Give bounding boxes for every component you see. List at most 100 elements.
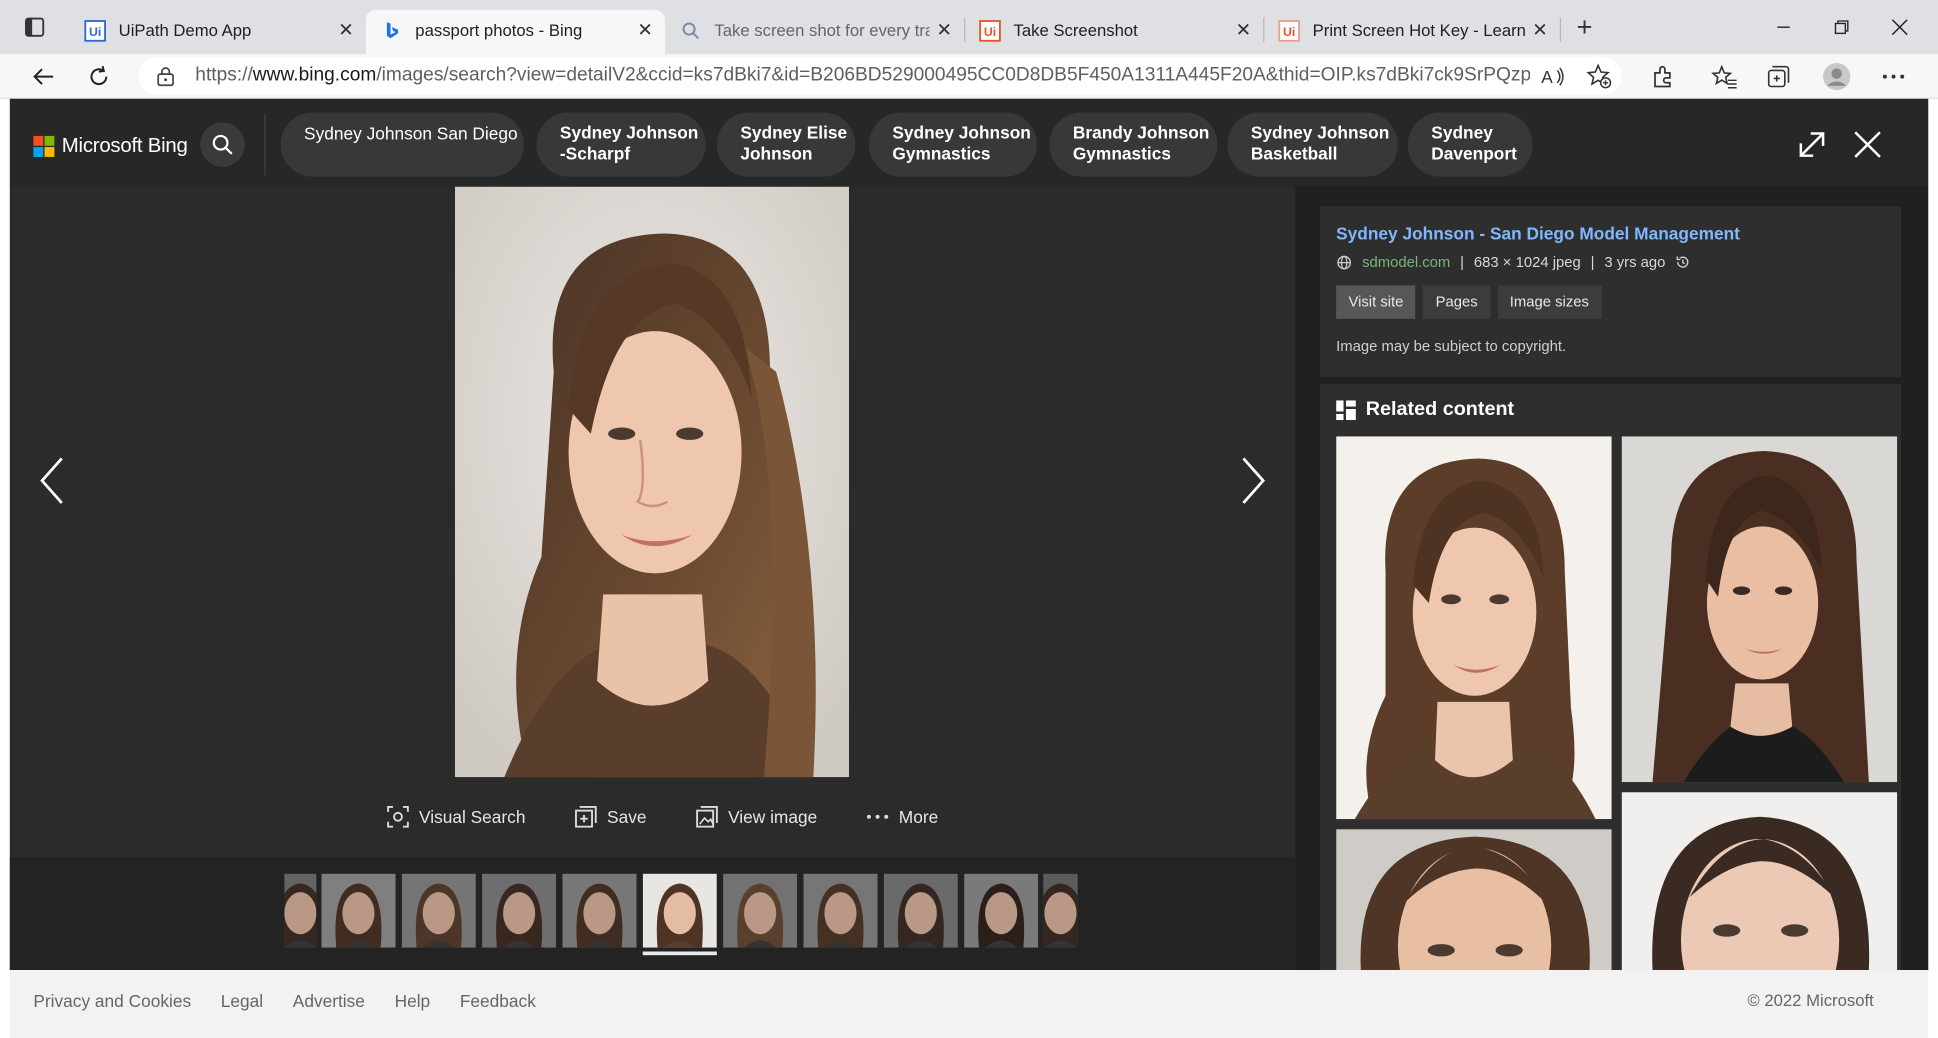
browser-toolbar: https://www.bing.com/images/search?view=… bbox=[0, 54, 1938, 99]
thumbnail-image[interactable] bbox=[562, 873, 637, 948]
visit-site-button[interactable]: Visit site bbox=[1336, 285, 1416, 319]
related-search-chip[interactable]: Sydney Johnson Basketball bbox=[1227, 112, 1398, 177]
profile-button[interactable] bbox=[1821, 61, 1853, 93]
tab-bar: Ui UiPath Demo App ✕ passport photos - B… bbox=[0, 0, 1938, 55]
legal-link[interactable]: Legal bbox=[221, 991, 263, 1011]
tab-label: Take Screenshot bbox=[1013, 21, 1138, 40]
close-tab-icon[interactable]: ✕ bbox=[1231, 17, 1256, 42]
thumbnail-image[interactable] bbox=[723, 873, 798, 948]
tab-actions-icon[interactable] bbox=[22, 15, 47, 40]
chip-label: Johnson bbox=[740, 143, 813, 164]
bing-logo[interactable]: Microsoft Bing bbox=[33, 134, 188, 158]
grid-icon bbox=[1336, 400, 1356, 421]
favorites-button[interactable] bbox=[1708, 61, 1740, 93]
thumbnail-image[interactable] bbox=[284, 873, 317, 948]
close-tab-icon[interactable]: ✕ bbox=[334, 17, 359, 42]
avatar-icon bbox=[1823, 63, 1851, 91]
thumbnail-image[interactable] bbox=[964, 873, 1039, 948]
page-footer: Privacy and Cookies Legal Advertise Help… bbox=[9, 970, 1929, 1038]
new-tab-button[interactable]: + bbox=[1570, 12, 1600, 42]
add-favorite-button[interactable] bbox=[1583, 61, 1615, 93]
uipath-orange-icon: Ui bbox=[1278, 20, 1300, 42]
related-image[interactable] bbox=[1336, 829, 1612, 971]
visual-search-button[interactable]: Visual Search bbox=[387, 805, 526, 828]
related-search-chip[interactable]: Sydney Johnson -Scharpf bbox=[536, 112, 706, 177]
tab-uipath-demo[interactable]: Ui UiPath Demo App ✕ bbox=[69, 10, 366, 54]
chip-label: Sydney Johnson bbox=[559, 122, 699, 143]
thumbnail-strip bbox=[9, 857, 1296, 971]
view-image-button[interactable]: View image bbox=[696, 805, 818, 828]
chip-label: -Scharpf bbox=[559, 143, 631, 164]
advertise-link[interactable]: Advertise bbox=[293, 991, 365, 1011]
visual-search-label: Visual Search bbox=[419, 806, 526, 827]
close-window-button[interactable] bbox=[1881, 12, 1918, 42]
address-bar[interactable]: https://www.bing.com/images/search?view=… bbox=[138, 56, 1622, 96]
thumbnail-image[interactable] bbox=[321, 873, 396, 948]
minimize-button[interactable] bbox=[1765, 12, 1802, 42]
related-search-chip[interactable]: Sydney Elise Johnson bbox=[716, 112, 856, 177]
back-button[interactable] bbox=[27, 61, 59, 93]
thumbnail-image[interactable] bbox=[401, 873, 476, 948]
related-search-chip[interactable]: Sydney Johnson Gymnastics bbox=[868, 112, 1038, 177]
thumbnail-image[interactable] bbox=[482, 873, 557, 948]
more-label: More bbox=[898, 806, 939, 827]
source-domain[interactable]: sdmodel.com bbox=[1362, 253, 1450, 270]
meta-separator: | bbox=[1460, 253, 1465, 271]
extensions-button[interactable] bbox=[1648, 61, 1680, 93]
privacy-link[interactable]: Privacy and Cookies bbox=[33, 991, 191, 1011]
previous-image-icon[interactable] bbox=[35, 456, 72, 505]
related-content-header: Related content bbox=[1336, 399, 1514, 421]
close-tab-icon[interactable]: ✕ bbox=[633, 17, 658, 42]
image-sizes-button[interactable]: Image sizes bbox=[1497, 285, 1602, 319]
tab-label: passport photos - Bing bbox=[415, 21, 583, 40]
search-button[interactable] bbox=[200, 122, 245, 167]
related-image[interactable] bbox=[1336, 436, 1612, 820]
save-button[interactable]: Save bbox=[575, 805, 647, 828]
view-image-label: View image bbox=[728, 806, 818, 827]
help-link[interactable]: Help bbox=[395, 991, 431, 1011]
thumbnail-image[interactable] bbox=[803, 873, 878, 948]
related-search-chip[interactable]: Sydney Johnson San Diego bbox=[280, 112, 525, 177]
feedback-link[interactable]: Feedback bbox=[460, 991, 536, 1011]
svg-text:A: A bbox=[1541, 67, 1553, 87]
globe-icon bbox=[1337, 255, 1352, 269]
thumbnail-image[interactable] bbox=[642, 873, 717, 948]
settings-more-button[interactable] bbox=[1877, 61, 1909, 93]
tab-take-screenshot[interactable]: Ui Take Screenshot ✕ bbox=[964, 10, 1263, 54]
image-info-card: Sydney Johnson - San Diego Model Managem… bbox=[1320, 206, 1901, 377]
image-source-title[interactable]: Sydney Johnson - San Diego Model Managem… bbox=[1336, 224, 1740, 244]
tab-print-screen-hotkey[interactable]: Ui Print Screen Hot Key - Learn / Ac ✕ bbox=[1263, 10, 1560, 54]
uipath-orange-icon: Ui bbox=[979, 20, 1001, 42]
close-icon[interactable] bbox=[1849, 126, 1886, 163]
close-tab-icon[interactable]: ✕ bbox=[1528, 17, 1553, 42]
related-search-chip[interactable]: Brandy Johnson Gymnastics bbox=[1049, 112, 1218, 177]
main-portrait-image[interactable] bbox=[454, 186, 850, 778]
tab-take-screenshot-search[interactable]: Take screen shot for every transa ✕ bbox=[665, 10, 964, 54]
tab-bing-passport[interactable]: passport photos - Bing ✕ bbox=[365, 9, 665, 55]
thumbnail-image[interactable] bbox=[883, 873, 958, 948]
refresh-button[interactable] bbox=[83, 61, 115, 93]
url-scheme: https:// bbox=[195, 64, 253, 86]
restore-button[interactable] bbox=[1823, 12, 1860, 42]
next-image-icon[interactable] bbox=[1234, 456, 1271, 505]
details-panel: Sydney Johnson - San Diego Model Managem… bbox=[1295, 186, 1929, 971]
related-search-chip[interactable]: Sydney Davenport bbox=[1407, 112, 1533, 177]
lock-icon[interactable] bbox=[156, 65, 176, 87]
thumbnail-image[interactable] bbox=[1043, 873, 1078, 948]
bing-image-detail: Microsoft Bing Sydney Johnson San Diego … bbox=[9, 98, 1929, 971]
related-image[interactable] bbox=[1621, 792, 1898, 971]
image-actions: Visual Search Save View image More bbox=[387, 805, 939, 828]
search-icon bbox=[212, 134, 233, 155]
more-button[interactable]: More bbox=[867, 806, 939, 828]
read-aloud-button[interactable]: A bbox=[1538, 61, 1570, 93]
related-image[interactable] bbox=[1621, 436, 1898, 783]
chip-label: Brandy Johnson bbox=[1072, 122, 1210, 143]
pages-button[interactable]: Pages bbox=[1423, 285, 1490, 319]
collections-button[interactable] bbox=[1763, 61, 1795, 93]
image-viewer: Visual Search Save View image More bbox=[9, 186, 1296, 971]
save-collection-icon bbox=[575, 805, 597, 828]
bing-logo-text: Microsoft Bing bbox=[61, 134, 188, 157]
expand-icon[interactable] bbox=[1793, 126, 1830, 163]
close-tab-icon[interactable]: ✕ bbox=[932, 17, 957, 42]
collections-icon bbox=[1767, 65, 1790, 88]
